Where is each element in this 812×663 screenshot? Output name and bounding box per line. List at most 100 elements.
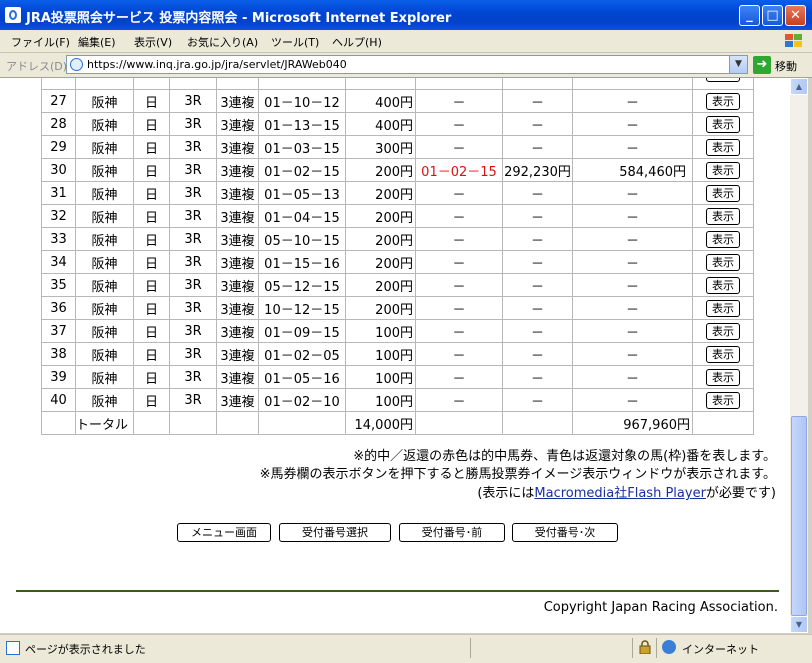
minimize-button[interactable]: _ — [739, 5, 760, 26]
bet-type: 3連複 — [216, 250, 259, 274]
show-button[interactable]: 表示 — [706, 92, 740, 110]
table-row: 38 阪神日 3R 3連複 01－02－05 100円－－－表示 — [41, 342, 754, 366]
amount: 200円 — [345, 250, 416, 274]
race: 3R — [169, 158, 217, 182]
venue: 阪神 — [75, 250, 134, 274]
show-button[interactable]: 表示 — [706, 115, 740, 133]
menu-edit[interactable]: 編集(E) — [78, 34, 116, 50]
select-receipt-number-button[interactable]: 受付番号選択 — [279, 523, 391, 542]
total-row: トータル 14,000円 967,960円 — [41, 411, 754, 435]
combination: 01－05－16 — [258, 365, 346, 389]
menu-view[interactable]: 表示(V) — [134, 34, 172, 50]
receipt-number-prev-button[interactable]: 受付番号･前 — [399, 523, 505, 542]
bet-type: 3連複 — [216, 388, 259, 412]
amount: 100円 — [345, 365, 416, 389]
table-row: 31 阪神日 3R 3連複 01－05－13 200円－－－表示 — [41, 181, 754, 205]
go-arrow-icon[interactable]: ➜ — [753, 56, 771, 74]
total-refund: 967,960円 — [572, 411, 693, 435]
day: 日 — [133, 181, 170, 205]
bet-type: 3連複 — [216, 181, 259, 205]
scroll-down-icon[interactable]: ▼ — [790, 616, 808, 633]
amount: 200円 — [345, 158, 416, 182]
show-button[interactable]: 表示 — [706, 230, 740, 248]
show-button[interactable]: 表示 — [706, 391, 740, 409]
venue: 阪神 — [75, 319, 134, 343]
total-label: トータル — [75, 411, 134, 435]
table-row: 33 阪神日 3R 3連複 05－10－15 200円－－－表示 — [41, 227, 754, 251]
payout-unit: － — [502, 388, 573, 412]
table-row: 35 阪神日 3R 3連複 05－12－15 200円－－－表示 — [41, 273, 754, 297]
day: 日 — [133, 112, 170, 136]
combination: 01－03－15 — [258, 135, 346, 159]
payout-unit: － — [502, 250, 573, 274]
combination: 01－10－12 — [258, 89, 346, 113]
note-flash-player: (表示にはMacromedia社Flash Playerが必要です) — [477, 482, 776, 501]
show-button[interactable]: 表示 — [706, 184, 740, 202]
show-button[interactable]: 表示 — [706, 368, 740, 386]
table-row: 29 阪神日 3R 3連複 01－03－15 300円－－－表示 — [41, 135, 754, 159]
payout-refund: － — [572, 296, 693, 320]
maximize-button[interactable]: □ — [762, 5, 783, 26]
hit-combination: － — [415, 342, 503, 366]
race: 3R — [169, 135, 217, 159]
status-bar: ページが表示されました インターネット — [0, 634, 812, 663]
venue: 阪神 — [75, 112, 134, 136]
menu-tools[interactable]: ツール(T) — [271, 34, 319, 50]
show-button[interactable]: 表示 — [706, 322, 740, 340]
table-row: 36 阪神日 3R 3連複 10－12－15 200円－－－表示 — [41, 296, 754, 320]
show-button[interactable]: 表示 — [706, 345, 740, 363]
row-number: 34 — [41, 250, 76, 274]
menu-file[interactable]: ファイル(F) — [11, 34, 70, 50]
row-number: 37 — [41, 319, 76, 343]
amount: 200円 — [345, 296, 416, 320]
menu-favorites[interactable]: お気に入り(A) — [187, 34, 258, 50]
show-button[interactable]: 表示 — [706, 138, 740, 156]
menu-screen-button[interactable]: メニュー画面 — [177, 523, 271, 542]
address-input[interactable]: https://www.inq.jra.go.jp/jra/servlet/JR… — [66, 55, 748, 74]
menu-help[interactable]: ヘルプ(H) — [332, 34, 382, 50]
day: 日 — [133, 158, 170, 182]
chevron-down-icon[interactable]: ▼ — [729, 56, 747, 73]
scroll-up-icon[interactable]: ▲ — [790, 78, 808, 95]
bet-type: 3連複 — [216, 204, 259, 228]
combination: 01－04－15 — [258, 204, 346, 228]
address-url[interactable]: https://www.inq.jra.go.jp/jra/servlet/JR… — [87, 58, 347, 71]
payout-refund: － — [572, 135, 693, 159]
vertical-scrollbar[interactable]: ▲ ▼ — [790, 78, 808, 633]
receipt-number-next-button[interactable]: 受付番号･次 — [512, 523, 618, 542]
amount: 100円 — [345, 342, 416, 366]
flash-player-link[interactable]: Macromedia社Flash Player — [534, 486, 706, 501]
amount: 200円 — [345, 181, 416, 205]
show-button[interactable]: 表示 — [706, 276, 740, 294]
row-number: 31 — [41, 181, 76, 205]
hit-combination: － — [415, 112, 503, 136]
amount: 100円 — [345, 319, 416, 343]
hit-combination: － — [415, 227, 503, 251]
show-button[interactable] — [706, 78, 740, 82]
payout-unit: － — [502, 342, 573, 366]
hit-combination: － — [415, 296, 503, 320]
copyright: Copyright Japan Racing Association. — [543, 600, 778, 615]
venue: 阪神 — [75, 204, 134, 228]
bet-type: 3連複 — [216, 227, 259, 251]
table-row-partial — [41, 78, 754, 90]
show-button[interactable]: 表示 — [706, 299, 740, 317]
show-button[interactable]: 表示 — [706, 207, 740, 225]
hit-combination: － — [415, 89, 503, 113]
scroll-thumb[interactable] — [791, 416, 807, 616]
go-button[interactable]: 移動 — [775, 58, 797, 74]
payout-refund: － — [572, 112, 693, 136]
table-row: 27 阪神日 3R 3連複 01－10－12 400円－－－表示 — [41, 89, 754, 113]
row-number: 39 — [41, 365, 76, 389]
race: 3R — [169, 89, 217, 113]
venue: 阪神 — [75, 89, 134, 113]
amount: 300円 — [345, 135, 416, 159]
combination: 01－15－16 — [258, 250, 346, 274]
close-button[interactable]: ✕ — [785, 5, 806, 26]
row-number: 36 — [41, 296, 76, 320]
bet-type: 3連複 — [216, 342, 259, 366]
combination: 01－02－10 — [258, 388, 346, 412]
show-button[interactable]: 表示 — [706, 161, 740, 179]
show-button[interactable]: 表示 — [706, 253, 740, 271]
ie-app-icon[interactable] — [5, 7, 21, 23]
